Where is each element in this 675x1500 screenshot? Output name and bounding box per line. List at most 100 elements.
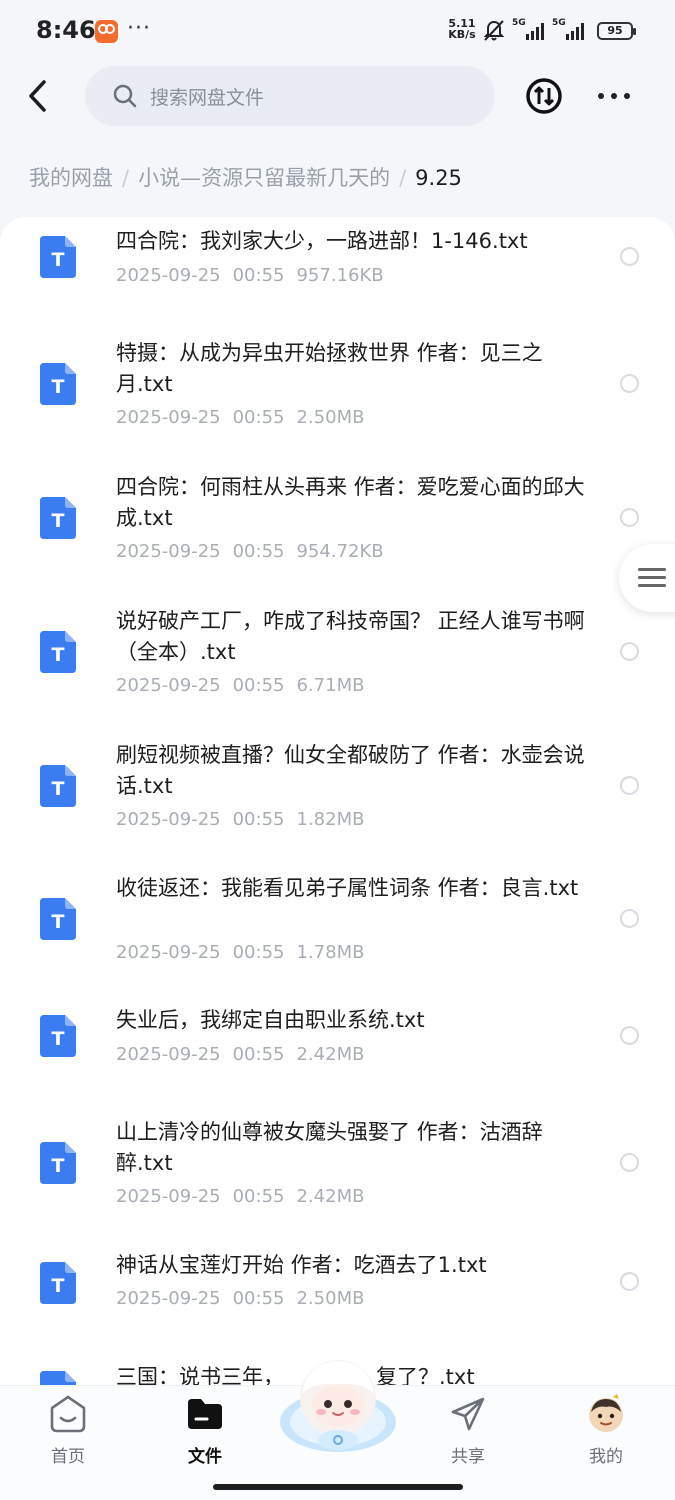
status-bar: 8:46 ··· 5.11 KB/s 5G 5G 95 (0, 0, 675, 62)
file-name: 特摄：从成为异虫开始拯救世界 作者：见三之月.txt (116, 341, 543, 396)
txt-file-icon: T (40, 1015, 76, 1057)
file-meta: 2025-09-25 00:55 1.82MB (116, 809, 376, 830)
signal-label: 5G (552, 18, 566, 28)
nav-home[interactable]: 首页 (28, 1394, 108, 1467)
txt-file-icon: T (40, 631, 76, 673)
search-input[interactable]: 搜索网盘文件 (85, 66, 495, 126)
file-date: 2025-09-25 (116, 1044, 221, 1065)
status-time: 8:46 (36, 16, 96, 44)
status-more-dots: ··· (127, 16, 151, 41)
search-icon (113, 84, 137, 108)
file-name: 神话从宝莲灯开始 作者：吃酒去了1.txt (116, 1253, 487, 1277)
file-time: 00:55 (232, 675, 285, 696)
select-checkbox[interactable] (620, 642, 639, 661)
select-checkbox[interactable] (620, 508, 639, 527)
file-size: 6.71MB (296, 675, 365, 696)
file-row[interactable]: T 失业后，我绑定自由职业系统.txt 2025-09-25 00:55 2.42M… (0, 996, 675, 1106)
file-row[interactable]: T 神话从宝莲灯开始 作者：吃酒去了1.txt 2025-09-25 00:55 2… (0, 1240, 675, 1350)
signal-strength-icon-2: 5G (552, 18, 588, 42)
file-row[interactable]: T 说好破产工厂，咋成了科技帝国？ 正经人谁写书啊（全本）.txt 2025-0… (0, 595, 675, 729)
file-row[interactable]: T 刷短视频被直播？仙女全都破防了 作者：水壶会说话.txt 2025-09-2… (0, 729, 675, 862)
file-row[interactable]: T 四合院：何雨柱从头再来 作者：爱吃爱心面的邱大成.txt 2025-09-2… (0, 461, 675, 595)
file-meta: 2025-09-25 00:55 1.78MB (116, 942, 376, 963)
file-size: 957.16KB (296, 265, 384, 286)
file-size: 954.72KB (296, 541, 384, 562)
breadcrumb: 我的网盘 / 小说—资源只留最新几天的 / 9.25 (29, 162, 462, 192)
signal-label: 5G (512, 18, 526, 28)
select-checkbox[interactable] (620, 247, 639, 266)
txt-file-icon: T (40, 363, 76, 405)
select-checkbox[interactable] (620, 776, 639, 795)
file-size: 2.50MB (296, 1288, 365, 1309)
svg-text:T: T (52, 644, 65, 666)
network-speed-unit: KB/s (448, 28, 476, 41)
breadcrumb-my-drive[interactable]: 我的网盘 (29, 166, 113, 190)
file-row[interactable]: T 山上清冷的仙尊被女魔头强娶了 作者：沽酒辞醉.txt 2025-09-25 0… (0, 1106, 675, 1240)
chevron-left-icon[interactable] (22, 74, 58, 118)
svg-text:T: T (52, 778, 65, 800)
svg-text:T: T (52, 911, 65, 933)
svg-text:T: T (52, 1275, 65, 1297)
file-list: T 四合院：我刘家大少，一路进部！1-146.txt 2025-09-25 00:… (0, 217, 675, 1397)
txt-file-icon: T (40, 898, 76, 940)
file-date: 2025-09-25 (116, 407, 221, 428)
avatar-icon (589, 1394, 623, 1432)
more-dots-icon[interactable] (594, 80, 634, 112)
breadcrumb-current: 9.25 (415, 166, 462, 190)
network-speed: 5.11 KB/s (447, 18, 477, 40)
breadcrumb-separator: / (122, 166, 130, 190)
txt-file-icon: T (40, 765, 76, 807)
file-name: 收徒返还：我能看见弟子属性词条 作者：良言.txt (116, 876, 579, 900)
signal-strength-icon-1: 5G (512, 18, 548, 42)
select-checkbox[interactable] (620, 909, 639, 928)
txt-file-icon: T (40, 1142, 76, 1184)
file-time: 00:55 (232, 265, 285, 286)
file-name: 山上清冷的仙尊被女魔头强娶了 作者：沽酒辞醉.txt (116, 1120, 543, 1175)
file-meta: 2025-09-25 00:55 2.50MB (116, 407, 376, 428)
ai-assistant-mascot-icon[interactable] (277, 1352, 399, 1456)
svg-text:T: T (52, 249, 65, 271)
file-size: 2.42MB (296, 1044, 365, 1065)
file-date: 2025-09-25 (116, 675, 221, 696)
search-placeholder: 搜索网盘文件 (150, 87, 265, 109)
file-meta: 2025-09-25 00:55 2.42MB (116, 1186, 376, 1207)
file-meta: 2025-09-25 00:55 957.16KB (116, 265, 396, 286)
file-time: 00:55 (232, 541, 285, 562)
file-date: 2025-09-25 (116, 942, 221, 963)
transfer-icon[interactable] (525, 77, 563, 115)
file-date: 2025-09-25 (116, 541, 221, 562)
nav-label: 共享 (451, 1447, 485, 1467)
svg-text:T: T (52, 510, 65, 532)
file-meta: 2025-09-25 00:55 2.50MB (116, 1288, 376, 1309)
bell-muted-icon (484, 20, 504, 41)
home-indicator (213, 1484, 463, 1490)
select-checkbox[interactable] (620, 374, 639, 393)
file-name: 失业后，我绑定自由职业系统.txt (116, 1008, 425, 1032)
file-row[interactable]: T 收徒返还：我能看见弟子属性词条 作者：良言.txt 2025-09-25 00… (0, 862, 675, 996)
nav-share[interactable]: 共享 (428, 1394, 508, 1467)
home-face-icon (50, 1395, 86, 1433)
file-date: 2025-09-25 (116, 1186, 221, 1207)
file-size: 1.82MB (296, 809, 365, 830)
select-checkbox[interactable] (620, 1153, 639, 1172)
file-date: 2025-09-25 (116, 1288, 221, 1309)
breadcrumb-folder[interactable]: 小说—资源只留最新几天的 (138, 166, 390, 190)
file-row[interactable]: T 特摄：从成为异虫开始拯救世界 作者：见三之月.txt 2025-09-25 0… (0, 327, 675, 461)
select-checkbox[interactable] (620, 1272, 639, 1291)
file-meta: 2025-09-25 00:55 6.71MB (116, 675, 376, 696)
txt-file-icon: T (40, 236, 76, 278)
txt-file-icon: T (40, 497, 76, 539)
nav-profile[interactable]: 我的 (566, 1394, 646, 1467)
battery-indicator: 95 (597, 22, 636, 40)
nav-files[interactable]: 文件 (165, 1394, 245, 1467)
breadcrumb-separator: / (399, 166, 407, 190)
file-meta: 2025-09-25 00:55 2.42MB (116, 1044, 376, 1065)
file-time: 00:55 (232, 809, 285, 830)
file-row[interactable]: T 四合院：我刘家大少，一路进部！1-146.txt 2025-09-25 00:… (0, 217, 675, 327)
file-date: 2025-09-25 (116, 809, 221, 830)
file-time: 00:55 (232, 407, 285, 428)
select-checkbox[interactable] (620, 1026, 639, 1045)
paper-plane-icon (451, 1397, 485, 1431)
txt-file-icon: T (40, 1262, 76, 1304)
svg-text:T: T (52, 376, 65, 398)
